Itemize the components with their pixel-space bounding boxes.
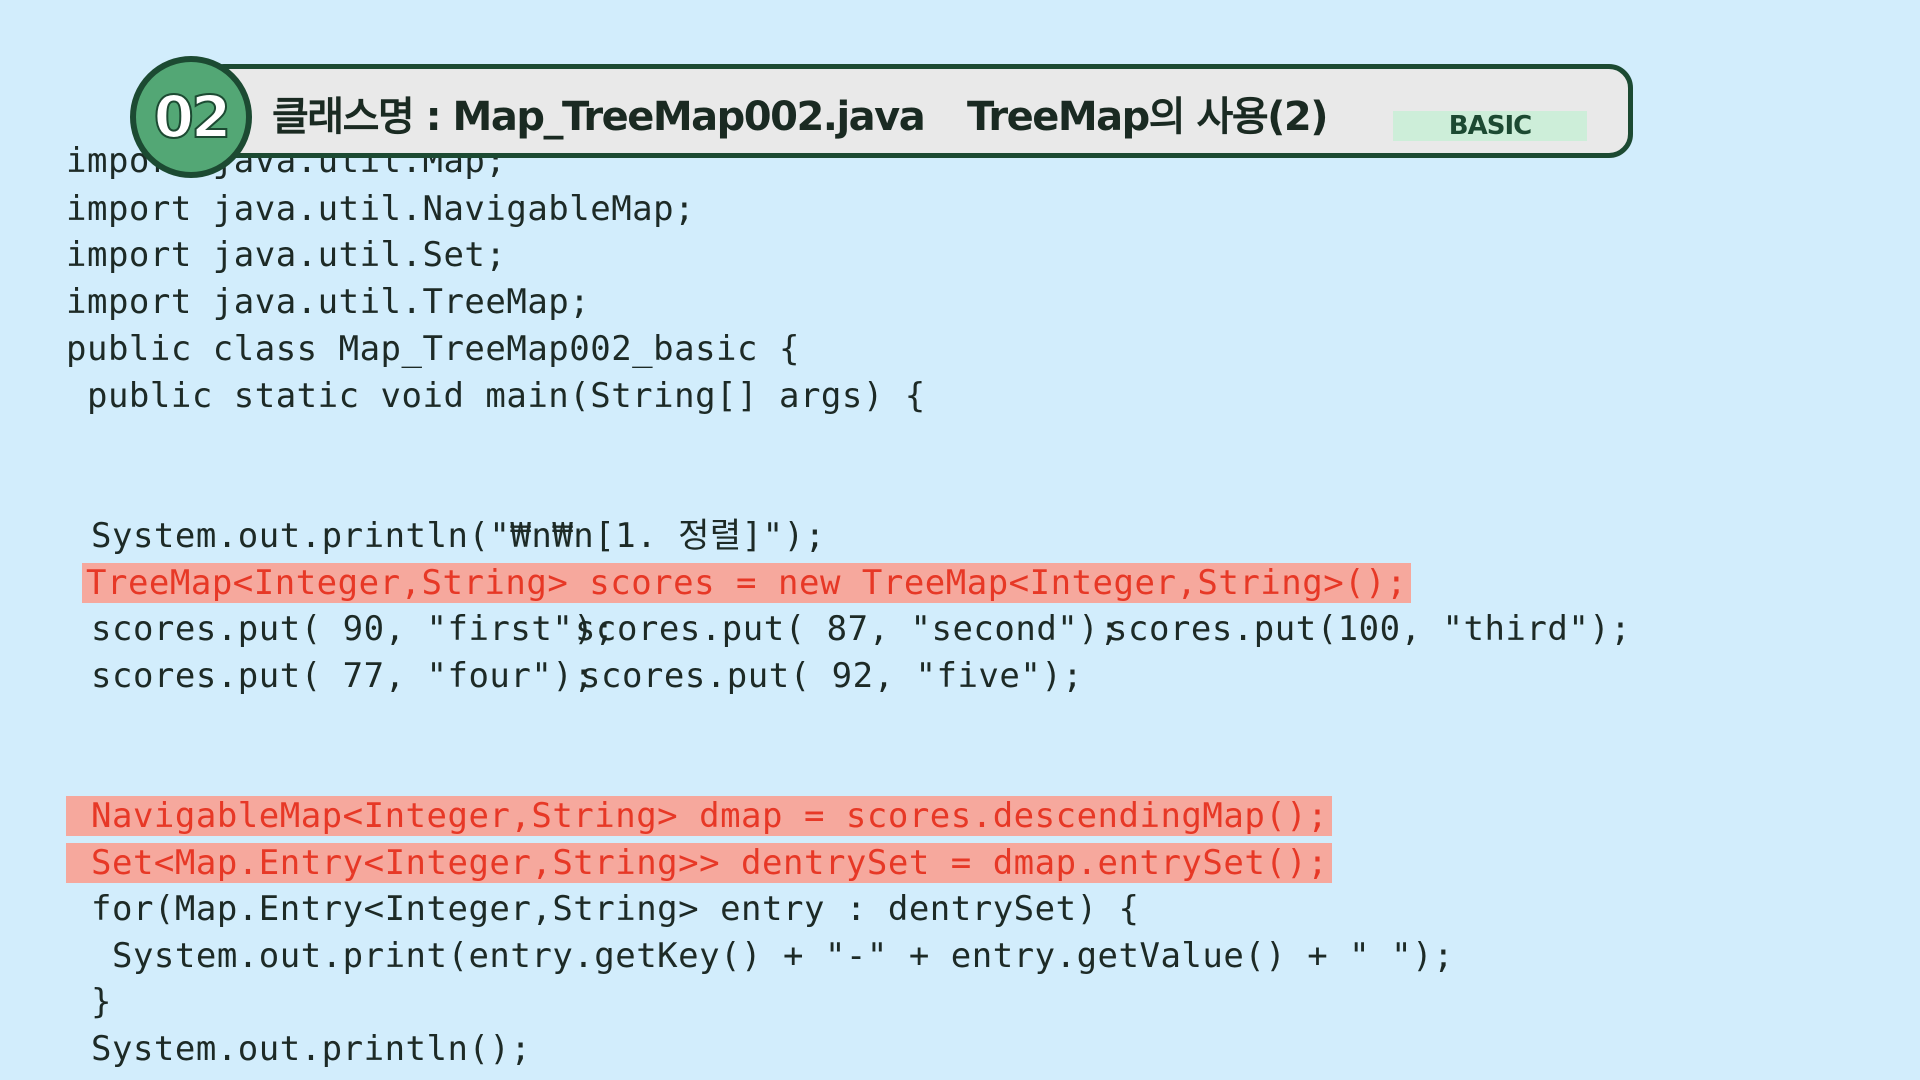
code-line-treemap-declaration: TreeMap<Integer,String> scores = new Tre… <box>82 560 1412 606</box>
code-line-close-brace: } <box>91 982 112 1022</box>
level-badge: BASIC <box>1393 111 1587 141</box>
code-line-main-method: public static void main(String[] args) { <box>66 376 926 416</box>
code-line-put-100: scores.put(100, "third"); <box>1107 609 1632 649</box>
section-number-badge: 02 <box>130 56 252 178</box>
code-listing: import java.util.Map; import java.util.N… <box>0 0 1920 1080</box>
code-line-put-87: scores.put( 87, "second"); <box>575 609 1121 649</box>
code-line-descending-map: NavigableMap<Integer,String> dmap = scor… <box>66 793 1333 839</box>
code-line-put-77: scores.put( 77, "four"); <box>91 656 595 696</box>
topic-title: TreeMap의 사용(2) <box>967 94 1329 140</box>
code-line-for-loop: for(Map.Entry<Integer,String> entry : de… <box>91 889 1140 929</box>
code-line-put-92: scores.put( 92, "five"); <box>580 656 1084 696</box>
code-line-import-set: import java.util.Set; <box>66 235 507 275</box>
code-line-println-sort: System.out.println("₩n₩n[1. 정렬]"); <box>91 516 826 556</box>
highlight-descending-map: NavigableMap<Integer,String> dmap = scor… <box>66 796 1333 836</box>
highlight-entry-set: Set<Map.Entry<Integer,String>> dentrySet… <box>66 843 1333 883</box>
code-line-entry-set: Set<Map.Entry<Integer,String>> dentrySet… <box>66 840 1333 886</box>
code-line-class-declaration: public class Map_TreeMap002_basic { <box>66 329 800 369</box>
code-line-println-empty: System.out.println(); <box>91 1029 532 1069</box>
code-line-put-90: scores.put( 90, "first"); <box>91 609 616 649</box>
highlight-treemap-declaration: TreeMap<Integer,String> scores = new Tre… <box>82 563 1412 603</box>
code-line-import-navigablemap: import java.util.NavigableMap; <box>66 189 696 229</box>
class-name-title: 클래스명 : Map_TreeMap002.java <box>272 94 926 140</box>
code-line-import-treemap: import java.util.TreeMap; <box>66 282 591 322</box>
code-line-print-entry: System.out.print(entry.getKey() + "-" + … <box>91 936 1455 976</box>
